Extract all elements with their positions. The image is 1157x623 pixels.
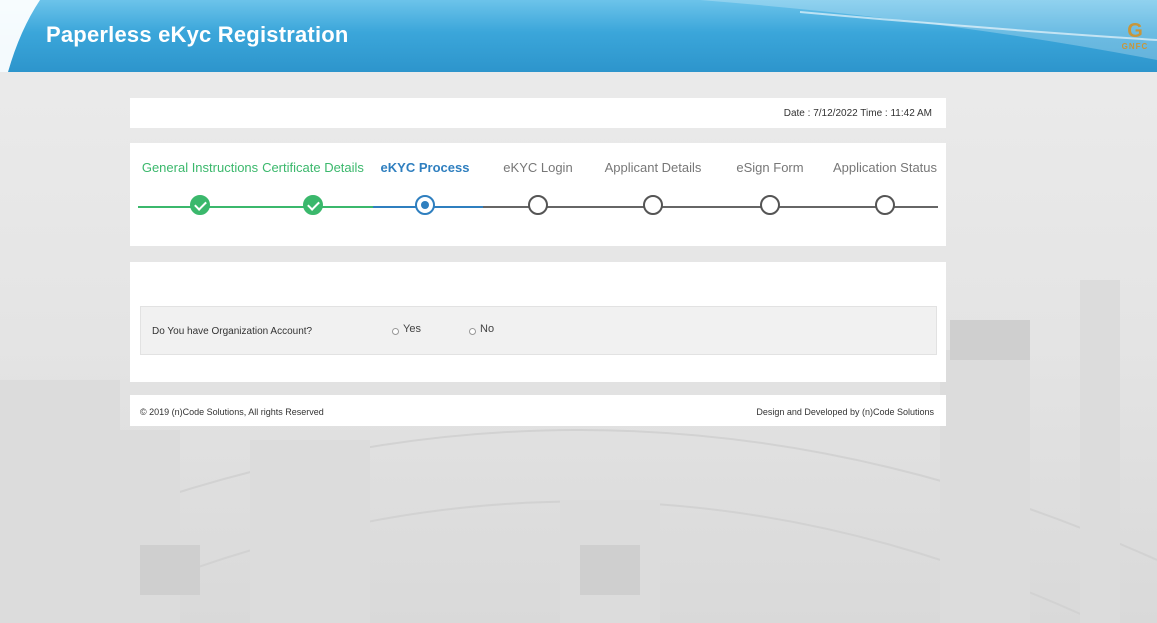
pending-step-icon: [528, 195, 548, 215]
radio-no[interactable]: No: [469, 323, 494, 335]
radio-circle-icon[interactable]: [469, 327, 476, 335]
date-bar: Date : 7/12/2022 Time : 11:42 AM: [130, 98, 946, 128]
step-applicant-details: Applicant Details: [593, 160, 713, 215]
check-icon: [190, 195, 210, 215]
step-ekyc-login: eKYC Login: [478, 160, 598, 215]
radio-yes-label: Yes: [403, 323, 421, 335]
app-title: Paperless eKyc Registration: [46, 22, 349, 47]
logo-text: GNFC: [1121, 42, 1149, 51]
stepper-line-done: [138, 206, 373, 208]
pending-step-icon: [875, 195, 895, 215]
gnfc-logo: G GNFC: [1117, 20, 1153, 60]
app-header: Paperless eKyc Registration G GNFC: [0, 0, 1157, 72]
step-label: eSign Form: [736, 160, 804, 175]
progress-stepper: General Instructions Certificate Details…: [130, 143, 946, 246]
radio-no-label: No: [480, 323, 495, 335]
pending-step-icon: [760, 195, 780, 215]
step-general-instructions: General Instructions: [140, 160, 260, 215]
radio-yes[interactable]: Yes: [392, 323, 421, 335]
pending-step-icon: [643, 195, 663, 215]
copyright-text: © 2019 (n)Code Solutions, All rights Res…: [140, 407, 324, 417]
question-label: Do You have Organization Account?: [152, 326, 313, 337]
radio-circle-icon[interactable]: [392, 327, 399, 335]
step-label: Certificate Details: [262, 160, 364, 175]
stepper-line-pending: [483, 206, 938, 208]
step-certificate-details: Certificate Details: [253, 160, 373, 215]
step-label: Application Status: [832, 160, 938, 175]
developer-credit: Design and Developed by (n)Code Solution…: [756, 407, 934, 417]
step-label: eKYC Process: [380, 160, 470, 175]
step-ekyc-process: eKYC Process: [365, 160, 485, 215]
footer: © 2019 (n)Code Solutions, All rights Res…: [130, 395, 946, 426]
step-application-status: Application Status: [825, 160, 945, 215]
check-icon: [303, 195, 323, 215]
logo-glyph: G: [1127, 20, 1143, 42]
step-label: General Instructions: [141, 160, 259, 175]
current-step-icon: [415, 195, 435, 215]
date-time-text: Date : 7/12/2022 Time : 11:42 AM: [783, 108, 932, 119]
organization-account-question: Do You have Organization Account? Yes No: [140, 306, 937, 355]
step-label: eKYC Login: [503, 160, 573, 175]
step-label: Applicant Details: [604, 160, 702, 175]
ekyc-form: Do You have Organization Account? Yes No: [130, 262, 946, 382]
step-esign-form: eSign Form: [710, 160, 830, 215]
